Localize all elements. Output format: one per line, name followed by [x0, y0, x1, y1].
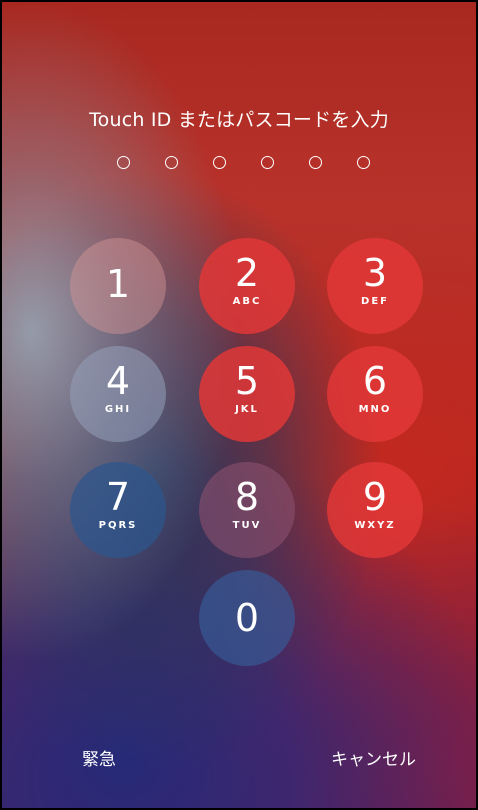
passcode-dot: [261, 156, 274, 169]
key-letters: GHI: [104, 404, 132, 415]
key-4[interactable]: 4 GHI: [70, 346, 166, 442]
key-digit: 5: [234, 359, 260, 403]
key-digit: 7: [105, 475, 131, 519]
key-2[interactable]: 2 ABC: [199, 238, 295, 334]
key-digit: 2: [234, 251, 260, 295]
key-digit: 8: [234, 475, 260, 519]
key-3[interactable]: 3 DEF: [327, 238, 423, 334]
key-1[interactable]: 1: [70, 238, 166, 334]
key-8[interactable]: 8 TUV: [199, 462, 295, 558]
passcode-dot: [213, 156, 226, 169]
passcode-dot: [357, 156, 370, 169]
key-letters: PQRS: [98, 520, 138, 531]
key-7[interactable]: 7 PQRS: [70, 462, 166, 558]
key-letters: WXYZ: [354, 520, 396, 531]
key-letters: JKL: [235, 404, 259, 415]
key-0[interactable]: 0: [199, 570, 295, 666]
passcode-prompt: Touch ID またはパスコードを入力: [89, 109, 389, 131]
key-letters: TUV: [232, 520, 262, 531]
cancel-button[interactable]: キャンセル: [331, 745, 416, 770]
key-digit: 9: [362, 475, 388, 519]
key-letters: ABC: [232, 296, 262, 307]
key-6[interactable]: 6 MNO: [327, 346, 423, 442]
key-digit: 3: [362, 251, 388, 295]
key-digit: 4: [105, 359, 131, 403]
key-digit: 1: [105, 262, 131, 306]
key-5[interactable]: 5 JKL: [199, 346, 295, 442]
lock-screen: Touch ID またはパスコードを入力 1 2 ABC 3 DEF 4 GHI…: [0, 0, 478, 810]
passcode-dot: [165, 156, 178, 169]
key-letters: DEF: [361, 296, 389, 307]
emergency-button[interactable]: 緊急: [82, 745, 116, 770]
passcode-dots: [2, 156, 476, 172]
key-digit: 0: [234, 596, 260, 640]
passcode-dot: [117, 156, 130, 169]
key-letters: MNO: [358, 404, 392, 415]
passcode-dot: [309, 156, 322, 169]
key-9[interactable]: 9 WXYZ: [327, 462, 423, 558]
key-digit: 6: [362, 359, 388, 403]
